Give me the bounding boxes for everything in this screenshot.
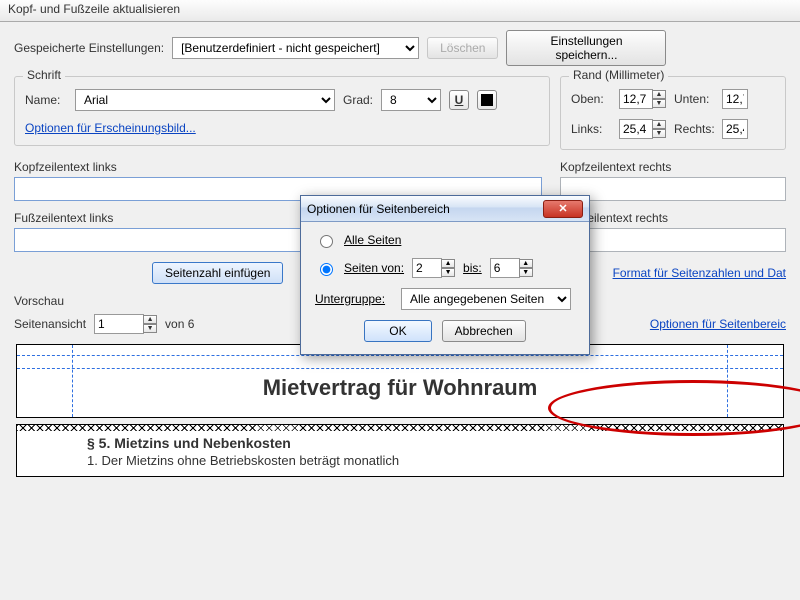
saved-settings-select[interactable]: [Benutzerdefiniert - nicht gespeichert] [172,37,419,59]
margin-bottom-label: Unten: [674,92,714,106]
pagenumber-format-link[interactable]: Format für Seitenzahlen und Dat [613,266,786,280]
insert-pagenumber-button[interactable]: Seitenzahl einfügen [152,262,283,284]
ok-button[interactable]: OK [364,320,431,342]
subset-label: Untergruppe: [315,292,393,306]
margin-top-input[interactable]: ▲▼ [619,89,666,109]
doc-title: Mietvertrag für Wohnraum [17,375,783,401]
page-range-dialog: Optionen für Seitenbereich ✕ Alle Seiten… [300,195,590,355]
font-name-label: Name: [25,93,67,107]
header-right-label: Kopfzeilentext rechts [560,160,671,174]
all-pages-radio[interactable] [320,235,333,248]
margins-group-title: Rand (Millimeter) [569,68,668,82]
close-icon[interactable]: ✕ [543,200,583,218]
font-name-select[interactable]: Arial [75,89,335,111]
margin-right-label: Rechts: [674,122,714,136]
pages-from-radio[interactable] [320,263,333,276]
font-size-select[interactable]: 8 [381,89,441,111]
saved-settings-label: Gespeicherte Einstellungen: [14,41,164,55]
cancel-button[interactable]: Abbrechen [442,320,526,342]
underline-button[interactable]: U [449,90,469,110]
margin-bottom-input[interactable] [722,89,748,109]
subset-select[interactable]: Alle angegebenen Seiten [401,288,571,310]
margin-right-input[interactable] [722,119,748,139]
to-page-input[interactable]: ▲▼ [490,258,533,278]
pageview-input[interactable]: ▲▼ [94,314,157,334]
appearance-options-link[interactable]: Optionen für Erscheinungsbild... [25,121,196,135]
window-title: Kopf- und Fußzeile aktualisieren [0,0,800,22]
margin-left-input[interactable]: ▲▼ [619,119,666,139]
margin-left-label: Links: [571,122,611,136]
section-title: § 5. Mietzins und Nebenkosten [87,435,713,451]
dialog-title: Optionen für Seitenbereich [307,202,450,216]
delete-button[interactable]: Löschen [427,37,498,59]
page-range-options-link[interactable]: Optionen für Seitenbereic [650,317,786,331]
to-label: bis: [463,261,482,275]
header-left-label: Kopfzeilentext links [14,160,117,174]
from-page-input[interactable]: ▲▼ [412,258,455,278]
font-size-label: Grad: [343,93,373,107]
save-settings-button[interactable]: Einstellungen speichern... [506,30,666,66]
all-pages-label: Alle Seiten [344,233,401,247]
pageview-of: von 6 [165,317,194,331]
footer-left-label: Fußzeilentext links [14,211,113,225]
footer-right-input[interactable] [560,228,786,252]
font-group-title: Schrift [23,68,65,82]
margin-top-label: Oben: [571,92,611,106]
section-item: 1. Der Mietzins ohne Betriebskosten betr… [87,453,713,468]
preview-page-1: Mietvertrag für Wohnraum [16,344,784,418]
font-color-button[interactable] [477,90,497,110]
header-right-input[interactable] [560,177,786,201]
preview-page-2: § 5. Mietzins und Nebenkosten 1. Der Mie… [16,424,784,477]
pages-from-label: Seiten von: [344,261,404,275]
pageview-label: Seitenansicht [14,317,86,331]
